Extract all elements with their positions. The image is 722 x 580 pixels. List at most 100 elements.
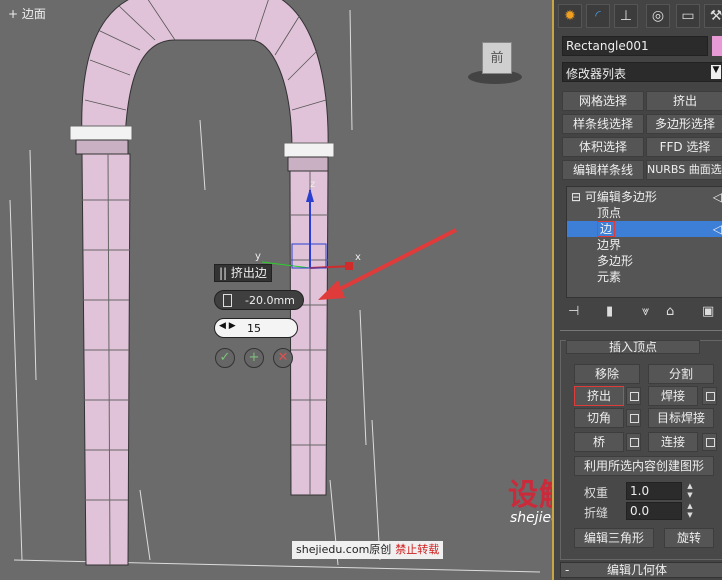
stack-item-edge[interactable]: 边 ◁ (567, 221, 722, 237)
remove-modifier-icon[interactable]: ⌂ (666, 304, 674, 319)
utilities-icon: ⚒ (709, 8, 722, 24)
motion-tab[interactable]: ◎ (646, 4, 670, 28)
caddy-cancel-button[interactable]: ✕ (273, 348, 293, 368)
watermark-url: shejiedu.com (510, 510, 552, 526)
hierarchy-icon: ⊥ (619, 8, 633, 24)
width-spinner-icon: ◀ ▶ (219, 321, 236, 331)
stack-toolbar: ⊣ ▮ ⩔ ⌂ ▣ (564, 304, 722, 324)
create-shape-button[interactable]: 利用所选内容创建图形 (574, 456, 714, 476)
stack-item-label: 边 (597, 221, 616, 237)
extrude-height-value: -20.0mm (245, 294, 295, 307)
gizmo-axis-x: x (355, 252, 361, 263)
command-panel[interactable]: ✹ ◜ ⊥ ◎ ▭ ⚒ Rectangle001 修改器列表 ▼ 网格选择 挤出… (552, 0, 722, 580)
chamfer-button[interactable]: 切角 (574, 408, 624, 428)
annotation-arrow (318, 228, 457, 300)
extrude-edge-caddy[interactable]: || 挤出边 -20.0mm ◀ ▶ 15 ✓ + ✕ (214, 264, 314, 372)
crease-field[interactable]: 0.0 (626, 502, 682, 520)
crease-value: 0.0 (630, 504, 650, 518)
gizmo-axis-y: y (255, 251, 261, 262)
viewcube-face[interactable]: 前 (482, 42, 512, 74)
watermark-main: 设解读 (508, 478, 552, 513)
pin-stack-icon[interactable]: ⊣ (568, 304, 579, 319)
target-weld-button[interactable]: 目标焊接 (648, 408, 714, 428)
extrude-button[interactable]: 挤出 (574, 386, 624, 406)
object-name-field[interactable]: Rectangle001 (562, 36, 708, 56)
left-pillar (81, 153, 131, 566)
stack-item-label: 元素 (597, 270, 622, 284)
create-tab[interactable]: ✹ (558, 4, 582, 28)
object-name: Rectangle001 (566, 39, 649, 53)
chevron-down-icon: ▼ (711, 65, 721, 79)
stack-item-vertex[interactable]: 顶点 (567, 205, 722, 221)
weld-settings-button[interactable] (702, 387, 717, 405)
edit-geometry-title: 编辑几何体 (607, 563, 668, 577)
image-caption: shejiedu.com原创 禁止转载 (292, 541, 444, 559)
mesh-select-button[interactable]: 网格选择 (562, 91, 644, 111)
stack-root[interactable]: ⊟ 可编辑多边形 ◁ (567, 189, 722, 205)
viewcube[interactable]: 前 (462, 40, 526, 84)
hierarchy-tab[interactable]: ⊥ (614, 4, 638, 28)
extrude-width-value: 15 (247, 322, 261, 335)
perspective-viewport[interactable]: + 边面 z x y 前 || 挤出边 -20.0mm ◀ ▶ 15 ✓ + ✕… (0, 0, 552, 580)
caddy-title[interactable]: || 挤出边 (214, 264, 272, 282)
split-button[interactable]: 分割 (648, 364, 714, 384)
height-icon (223, 294, 232, 307)
display-icon: ▭ (681, 8, 695, 24)
modifier-list-dropdown[interactable]: 修改器列表 ▼ (562, 62, 722, 82)
rollout-collapse-icon: - (565, 563, 570, 577)
crease-spinner[interactable]: ▲ ▼ (684, 502, 696, 520)
turn-button[interactable]: 旋转 (664, 528, 714, 548)
plus-icon: + (248, 350, 260, 365)
configure-sets-icon[interactable]: ▣ (702, 304, 714, 319)
weight-field[interactable]: 1.0 (626, 482, 682, 500)
extrude-width-field[interactable]: ◀ ▶ 15 (214, 318, 298, 338)
bridge-button[interactable]: 桥 (574, 432, 624, 452)
stack-item-label: 多边形 (597, 254, 634, 268)
modifier-stack[interactable]: ⊟ 可编辑多边形 ◁ 顶点 边 ◁ 边界 多边形 元素 (566, 186, 722, 298)
object-color-swatch[interactable] (712, 36, 722, 56)
viewcube-face-label: 前 (490, 51, 504, 66)
extrude-modifier-button[interactable]: 挤出 (646, 91, 722, 111)
extrude-settings-button[interactable] (626, 387, 641, 405)
poly-select-button[interactable]: 多边形选择 (646, 114, 722, 134)
vol-select-button[interactable]: 体积选择 (562, 137, 644, 157)
connect-button[interactable]: 连接 (648, 432, 698, 452)
caption-warning: 禁止转载 (395, 543, 440, 556)
ffd-select-button[interactable]: FFD 选择 (646, 137, 722, 157)
bridge-settings-button[interactable] (626, 433, 641, 451)
chamfer-settings-button[interactable] (626, 409, 641, 427)
stack-item-label: 顶点 (597, 206, 622, 220)
display-tab[interactable]: ▭ (676, 4, 700, 28)
make-unique-icon[interactable]: ⩔ (642, 304, 649, 319)
caddy-ok-button[interactable]: ✓ (215, 348, 235, 368)
sun-icon: ✹ (564, 8, 576, 24)
spline-select-button[interactable]: 样条线选择 (562, 114, 644, 134)
extrude-height-field[interactable]: -20.0mm (214, 290, 304, 310)
collapse-icon: ⊟ (571, 190, 582, 204)
show-end-result-icon[interactable]: ▮ (606, 304, 613, 319)
weight-spinner[interactable]: ▲ ▼ (684, 482, 696, 500)
x-icon: ✕ (277, 350, 289, 365)
weld-button[interactable]: 焊接 (648, 386, 698, 406)
modify-tab[interactable]: ◜ (586, 4, 610, 28)
edit-geometry-rollout-header[interactable]: - 编辑几何体 (560, 562, 722, 578)
stack-item-element[interactable]: 元素 (567, 269, 722, 285)
crease-label: 折缝 (584, 506, 609, 520)
stack-item-border[interactable]: 边界 (567, 237, 722, 253)
edit-spline-button[interactable]: 编辑样条线 (562, 160, 644, 180)
arc-icon: ◜ (595, 8, 601, 24)
stack-root-label: 可编辑多边形 (584, 190, 657, 204)
stack-item-label: 边界 (597, 238, 622, 252)
caddy-apply-button[interactable]: + (244, 348, 264, 368)
connect-settings-button[interactable] (702, 433, 717, 451)
stack-item-polygon[interactable]: 多边形 (567, 253, 722, 269)
watermark: 设解读 shejiedu.com (508, 470, 552, 526)
edit-triangles-button[interactable]: 编辑三角形 (574, 528, 654, 548)
triangle-icon: ◁ (712, 222, 722, 236)
nurbs-select-button[interactable]: NURBS 曲面选择 (646, 160, 722, 180)
utilities-tab[interactable]: ⚒ (704, 4, 722, 28)
caddy-grip-icon: || (219, 266, 228, 280)
weight-label: 权重 (584, 486, 609, 500)
remove-button[interactable]: 移除 (574, 364, 640, 384)
insert-vertex-button[interactable]: 插入顶点 (566, 340, 700, 354)
